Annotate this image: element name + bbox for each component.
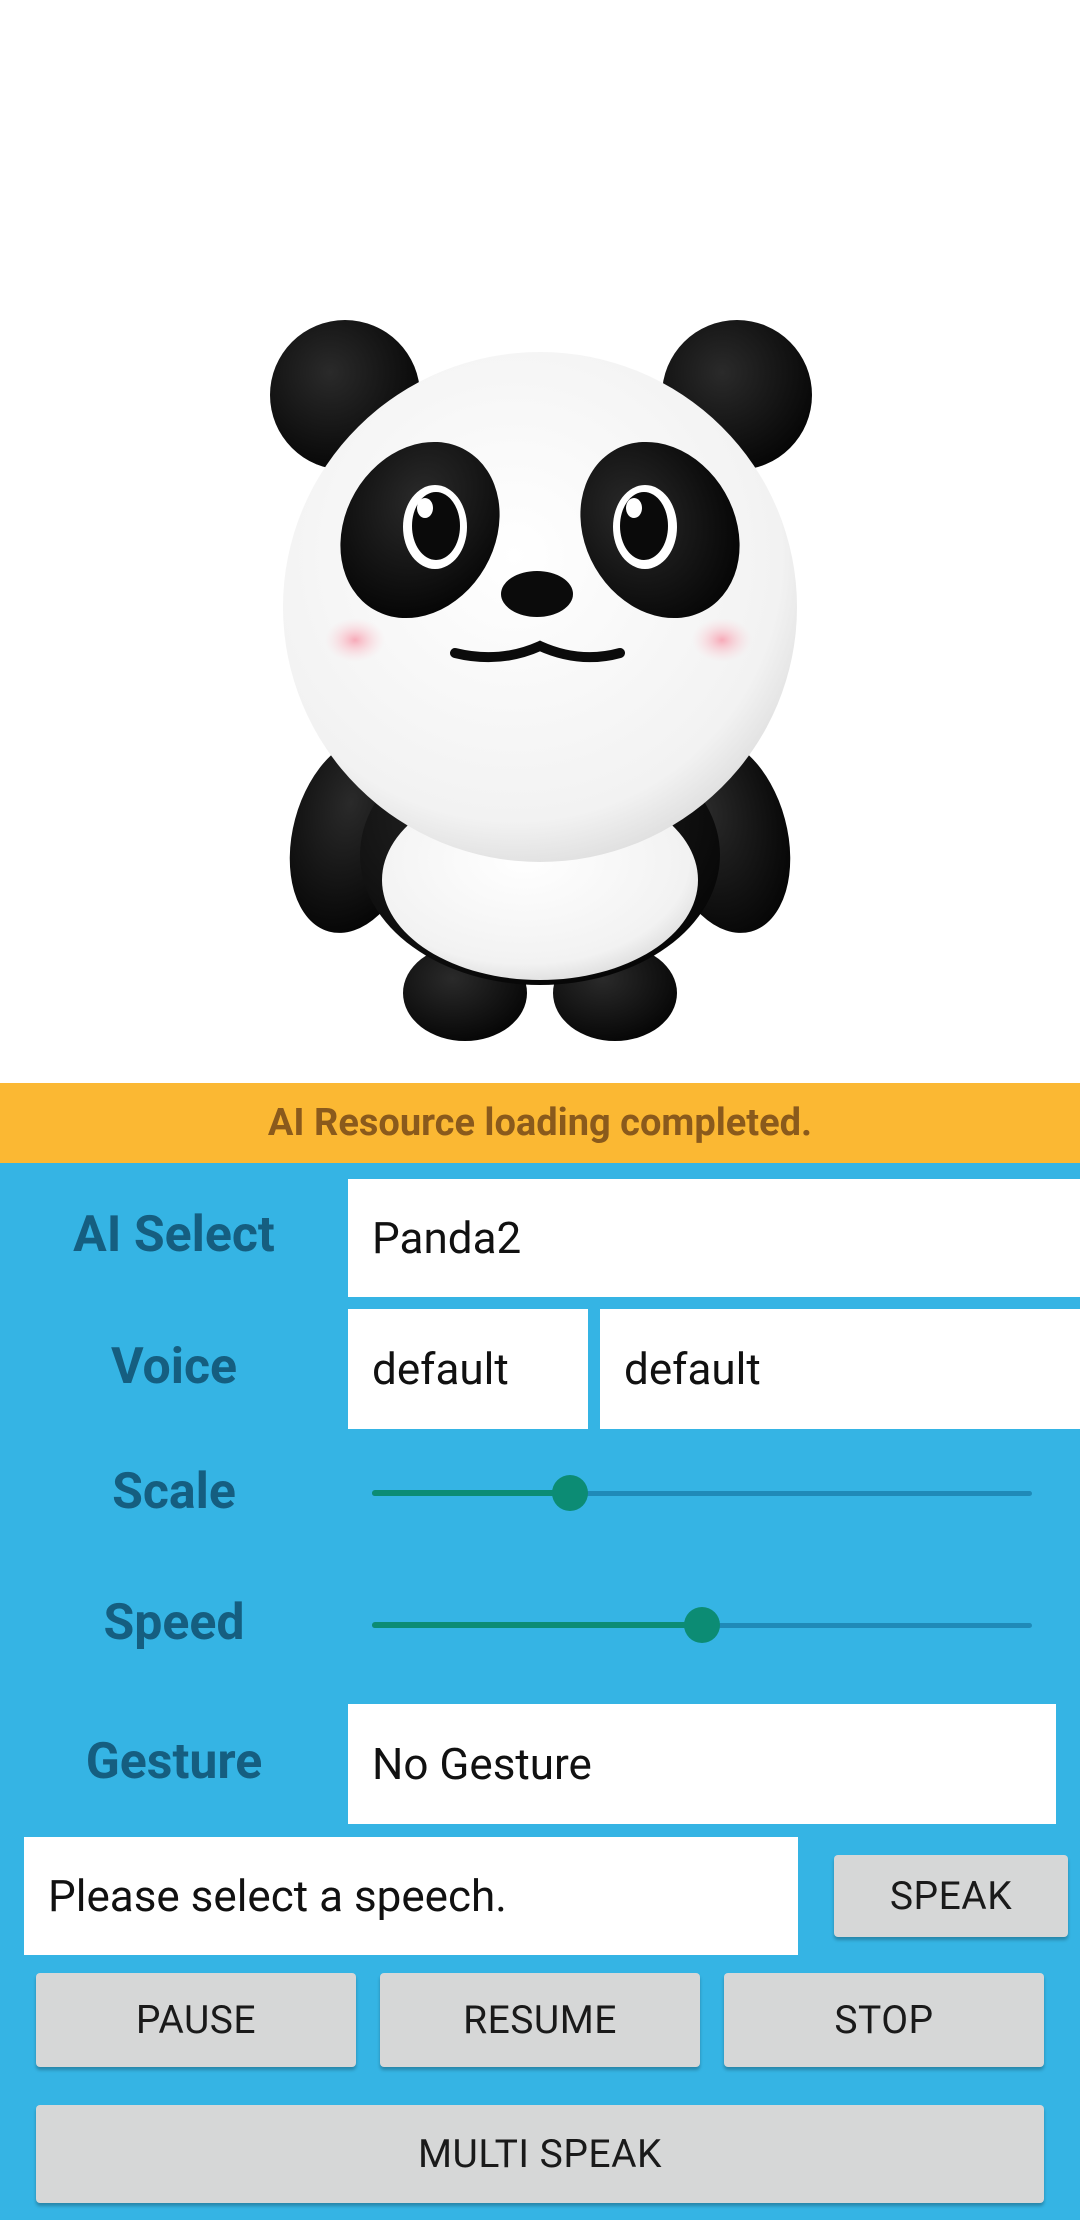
resume-button[interactable]: RESUME — [380, 1973, 700, 2067]
panda-character-icon — [270, 320, 812, 1041]
voice-value-1: default — [372, 1343, 509, 1395]
scale-slider[interactable] — [372, 1473, 1032, 1513]
controls-panel: AI Select Panda2 Voice default default S… — [0, 1163, 1080, 2220]
speak-button[interactable]: SPEAK — [834, 1855, 1068, 1937]
speech-value: Please select a speech. — [48, 1870, 507, 1922]
scale-slider-fill — [372, 1490, 570, 1496]
ai-select-label: AI Select — [73, 1206, 275, 1264]
ai-select-dropdown[interactable]: Panda2 — [348, 1179, 1080, 1297]
multi-speak-button[interactable]: MULTI SPEAK — [36, 2105, 1044, 2203]
stop-button[interactable]: STOP — [724, 1973, 1044, 2067]
ai-select-value: Panda2 — [372, 1212, 522, 1264]
status-banner: AI Resource loading completed. — [0, 1083, 1080, 1163]
gesture-value: No Gesture — [372, 1738, 592, 1790]
character-stage[interactable] — [0, 0, 1080, 1083]
speed-slider-fill — [372, 1622, 702, 1628]
speed-slider[interactable] — [372, 1605, 1032, 1645]
scale-label: Scale — [112, 1463, 236, 1521]
gesture-dropdown[interactable]: No Gesture — [348, 1704, 1056, 1824]
pause-button[interactable]: PAUSE — [36, 1973, 356, 2067]
voice-dropdown-1[interactable]: default — [348, 1309, 588, 1429]
voice-dropdown-2[interactable]: default — [600, 1309, 1080, 1429]
speech-dropdown[interactable]: Please select a speech. — [24, 1837, 798, 1955]
gesture-label: Gesture — [85, 1733, 263, 1791]
voice-value-2: default — [624, 1343, 761, 1395]
speed-slider-thumb[interactable] — [684, 1607, 720, 1643]
status-message: AI Resource loading completed. — [267, 1101, 813, 1145]
speed-label: Speed — [103, 1594, 245, 1652]
scale-slider-thumb[interactable] — [552, 1475, 588, 1511]
voice-label: Voice — [110, 1338, 238, 1396]
